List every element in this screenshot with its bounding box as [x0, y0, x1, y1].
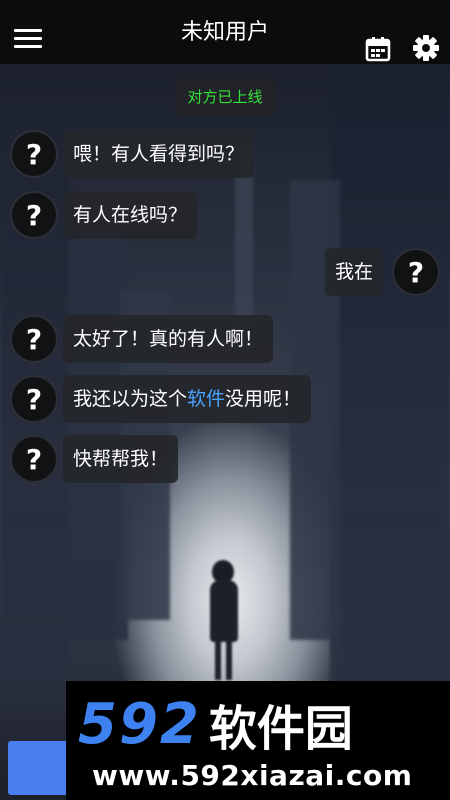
unknown-avatar[interactable]: ? [10, 315, 58, 363]
message-bubble: 有人在线吗？ [63, 191, 198, 239]
chat-message: ? 太好了！真的有人啊！ [10, 315, 274, 363]
background-building [330, 60, 450, 700]
unknown-avatar[interactable]: ? [10, 375, 58, 423]
message-bubble: 太好了！真的有人啊！ [63, 315, 274, 363]
unknown-avatar[interactable]: ? [392, 248, 441, 296]
site-watermark: 592 软件园 www.592xiazai.com [66, 681, 450, 800]
message-text: 我还以为这个 [73, 388, 188, 410]
calendar-icon[interactable] [365, 36, 391, 62]
message-bubble: 我在 [325, 248, 384, 296]
message-bubble: 喂！有人看得到吗？ [63, 130, 255, 178]
unknown-avatar[interactable]: ? [10, 130, 58, 178]
chat-message: ? 有人在线吗？ [10, 191, 198, 239]
watermark-brand: 软件园 [208, 701, 353, 757]
watermark-logo: 592 软件园 [78, 692, 353, 758]
unknown-avatar[interactable]: ? [10, 435, 58, 483]
watermark-url: www.592xiazai.com [92, 759, 413, 792]
chat-message: ? 快帮帮我！ [10, 435, 179, 483]
highlighted-word: 软件 [187, 388, 226, 410]
unknown-avatar[interactable]: ? [10, 191, 58, 239]
girl-silhouette [204, 560, 242, 680]
top-bar: 未知用户 [0, 0, 450, 64]
background-building [68, 220, 128, 640]
gear-icon[interactable] [412, 34, 440, 62]
online-status-badge: 对方已上线 [175, 78, 275, 116]
chat-message: ? 喂！有人看得到吗？ [10, 130, 255, 178]
message-text: 没用呢！ [225, 388, 302, 410]
chat-message: ? 我还以为这个软件没用呢！ [10, 375, 312, 423]
watermark-number: 592 [78, 691, 201, 757]
message-bubble: 我还以为这个软件没用呢！ [63, 375, 312, 423]
chat-message: 我在 ? [325, 248, 441, 296]
send-button[interactable] [8, 741, 68, 795]
message-bubble: 快帮帮我！ [63, 435, 179, 483]
